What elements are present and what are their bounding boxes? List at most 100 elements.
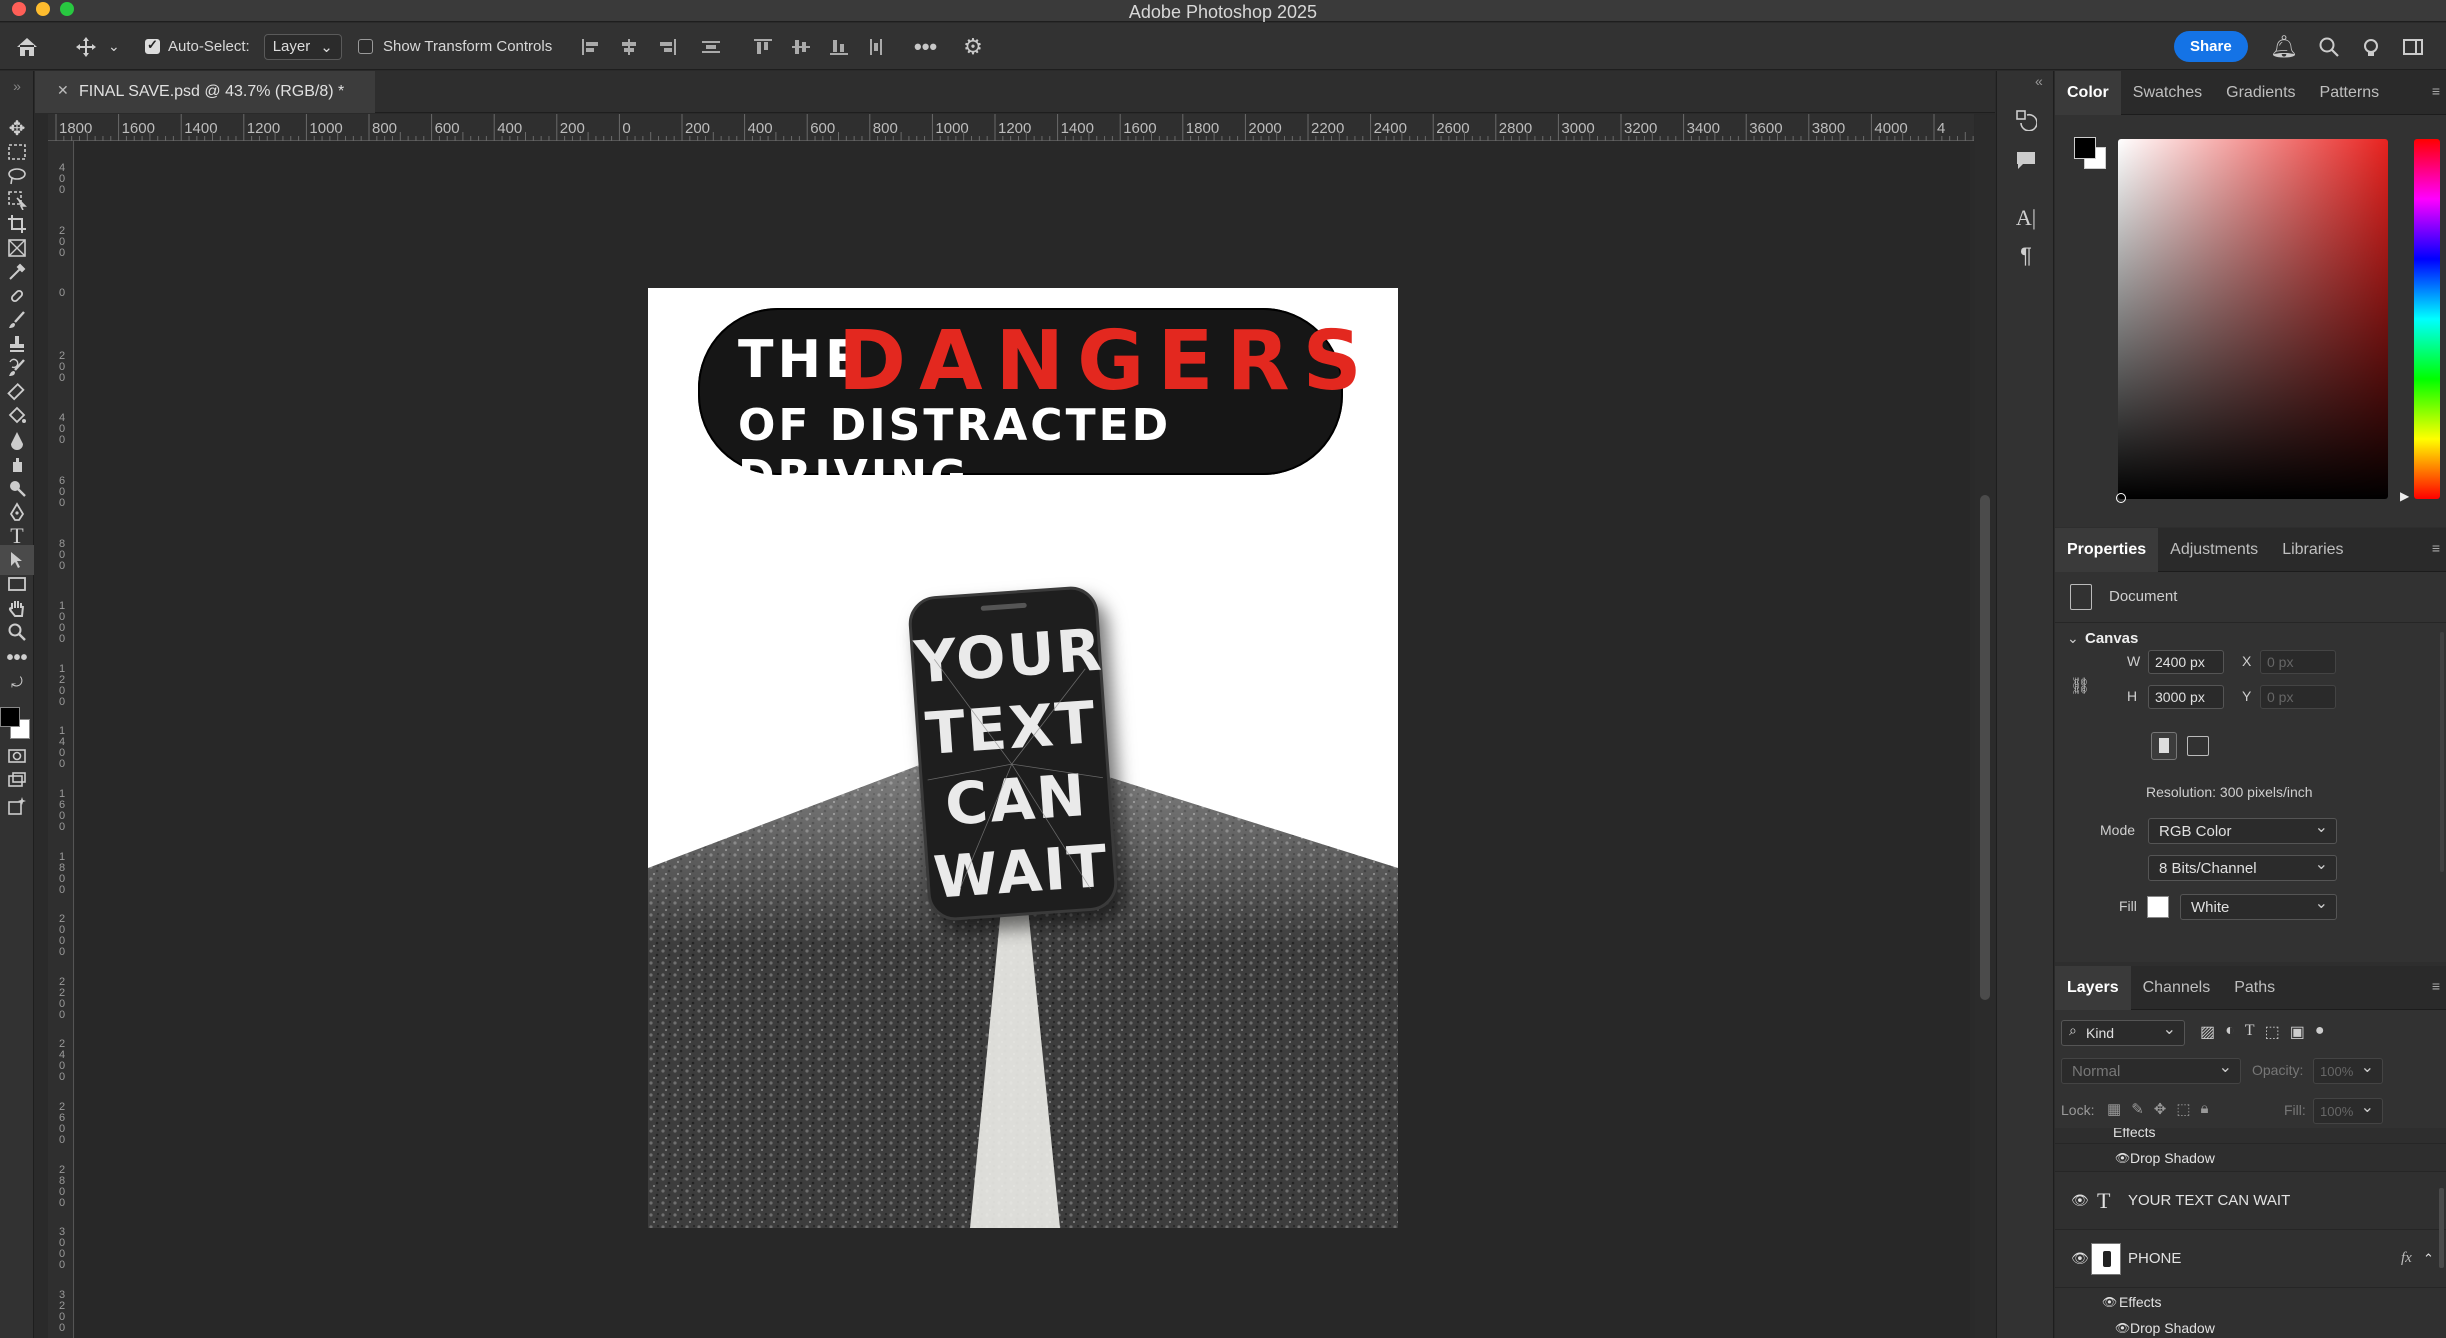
share-button[interactable]: Share xyxy=(2174,31,2248,62)
adjustment-layer-filter-icon[interactable]: ◐ xyxy=(2225,1022,2235,1042)
canvas-section-chevron-icon[interactable]: ⌄ xyxy=(2067,630,2079,647)
ruler-label: 1800 xyxy=(58,850,66,896)
width-field[interactable]: 2400 px xyxy=(2148,650,2224,674)
more-options-icon[interactable]: ••• xyxy=(914,34,937,60)
document-tab[interactable]: ✕ FINAL SAVE.psd @ 43.7% (RGB/8) * xyxy=(35,71,375,113)
link-dimensions-icon[interactable]: ⛓︎ xyxy=(2070,676,2090,696)
lock-artboard-icon[interactable]: ⬚ xyxy=(2176,1100,2190,1118)
layer-row-text[interactable]: 👁︎ T YOUR TEXT CAN WAIT xyxy=(2055,1172,2446,1230)
filter-toggle-icon[interactable]: ● xyxy=(2315,1022,2325,1042)
tab-channels[interactable]: Channels xyxy=(2131,966,2223,1010)
x-field[interactable]: 0 px xyxy=(2260,650,2336,674)
panel-menu-icon[interactable]: ≡ xyxy=(2432,540,2440,556)
tab-swatches[interactable]: Swatches xyxy=(2121,71,2214,115)
distribute-horizontal-icon[interactable] xyxy=(700,37,722,57)
pixel-layer-filter-icon[interactable]: ▨ xyxy=(2200,1022,2215,1042)
eye-icon[interactable]: 👁︎ xyxy=(2071,1192,2089,1209)
search-icon[interactable] xyxy=(2318,36,2340,58)
layer-effects-row[interactable]: 👁︎ Effects xyxy=(2055,1288,2446,1316)
portrait-orientation-button[interactable] xyxy=(2151,732,2177,760)
paragraph-panel-icon[interactable]: ¶ xyxy=(2011,241,2041,271)
opacity-field[interactable]: 100% xyxy=(2313,1057,2383,1084)
opacity-label: Opacity: xyxy=(2252,1062,2304,1078)
tab-paths[interactable]: Paths xyxy=(2222,966,2287,1010)
layers-scrollbar[interactable] xyxy=(2439,1188,2444,1268)
chevron-up-icon[interactable]: ⌃ xyxy=(2423,1251,2434,1267)
properties-scrollbar[interactable] xyxy=(2440,632,2444,872)
lock-all-icon[interactable]: 🔒︎ xyxy=(2201,1100,2209,1118)
collapsed-panels-strip: « A| ¶ xyxy=(1996,71,2054,1338)
align-right-icon[interactable] xyxy=(656,37,678,57)
auto-select-dropdown[interactable]: Layer ⌄ xyxy=(263,33,342,60)
collapse-toolbar-icon[interactable]: » xyxy=(0,71,34,101)
ruler-label: 2800 xyxy=(58,1163,66,1209)
collapse-panels-icon[interactable]: « xyxy=(2035,73,2043,89)
swap-colors-icon[interactable]: ⤾ xyxy=(0,667,34,697)
layer-fx-icon[interactable]: fx xyxy=(2401,1250,2412,1267)
mode-dropdown[interactable]: RGB Color xyxy=(2148,817,2337,844)
layer-kind-filter[interactable]: Kind xyxy=(2061,1019,2185,1046)
layer-effect-row[interactable]: 👁︎ Drop Shadow xyxy=(2055,1144,2446,1172)
chevron-down-icon[interactable]: ⌄ xyxy=(108,38,120,55)
eye-icon[interactable]: 👁︎ xyxy=(2102,1295,2117,1309)
generative-icon[interactable] xyxy=(0,791,34,821)
tab-patterns[interactable]: Patterns xyxy=(2308,71,2392,115)
align-center-icon[interactable] xyxy=(618,37,640,57)
character-panel-icon[interactable]: A| xyxy=(2011,203,2041,233)
comments-panel-icon[interactable] xyxy=(2011,145,2041,175)
type-layer-filter-icon[interactable]: T xyxy=(2245,1022,2255,1042)
panel-menu-icon[interactable]: ≡ xyxy=(2432,978,2440,994)
layers-list[interactable]: Effects 👁︎ Drop Shadow 👁︎ T YOUR TEXT CA… xyxy=(2055,1128,2446,1338)
scrollbar-thumb[interactable] xyxy=(1980,495,1990,1000)
discover-lightbulb-icon[interactable] xyxy=(2360,36,2382,58)
hue-slider[interactable] xyxy=(2414,139,2440,499)
canvas-vertical-scrollbar[interactable] xyxy=(1975,115,1995,1338)
align-top-icon[interactable] xyxy=(752,37,774,57)
color-picker-cursor[interactable] xyxy=(2116,493,2126,503)
landscape-orientation-button[interactable] xyxy=(2187,736,2209,756)
tab-adjustments[interactable]: Adjustments xyxy=(2158,528,2270,572)
align-middle-icon[interactable] xyxy=(790,37,812,57)
y-field[interactable]: 0 px xyxy=(2260,685,2336,709)
height-field[interactable]: 3000 px xyxy=(2148,685,2224,709)
tab-color[interactable]: Color xyxy=(2055,70,2121,115)
hue-slider-handle[interactable]: ▶ xyxy=(2400,489,2409,503)
lock-image-pixels-icon[interactable]: ✎ xyxy=(2131,1100,2144,1118)
align-left-icon[interactable] xyxy=(580,37,602,57)
auto-select-checkbox[interactable] xyxy=(145,37,160,54)
bit-depth-dropdown[interactable]: 8 Bits/Channel xyxy=(2148,854,2337,881)
close-tab-icon[interactable]: ✕ xyxy=(57,82,69,99)
layer-row-phone[interactable]: 👁︎ PHONE fx ⌃ xyxy=(2055,1230,2446,1288)
fill-color-swatch[interactable] xyxy=(2147,896,2169,918)
blend-mode-dropdown[interactable]: Normal xyxy=(2061,1057,2241,1084)
eye-icon[interactable]: 👁︎ xyxy=(2115,1321,2130,1335)
show-transform-checkbox[interactable] xyxy=(358,39,373,54)
bell-icon[interactable]: 🔔︎ xyxy=(2270,34,2298,60)
layer-effects-row[interactable]: Effects xyxy=(2055,1128,2446,1144)
color-saturation-brightness-field[interactable] xyxy=(2118,139,2388,499)
layer-fill-field[interactable]: 100% xyxy=(2313,1097,2383,1124)
move-tool-preset-icon[interactable]: ⌄ xyxy=(74,23,120,70)
workspace-icon[interactable] xyxy=(2402,37,2424,57)
shape-layer-filter-icon[interactable]: ⬚ xyxy=(2265,1022,2280,1042)
gear-icon[interactable]: ⚙ xyxy=(963,34,983,60)
history-panel-icon[interactable] xyxy=(2011,105,2041,135)
fill-dropdown[interactable]: White xyxy=(2180,893,2337,920)
tab-layers[interactable]: Layers xyxy=(2055,965,2131,1010)
align-bottom-icon[interactable] xyxy=(828,37,850,57)
ruler-label: 600 xyxy=(810,120,835,137)
ruler-label: 2000 xyxy=(58,913,66,959)
tab-gradients[interactable]: Gradients xyxy=(2214,71,2307,115)
lock-position-icon[interactable]: ✥ xyxy=(2154,1100,2167,1118)
tab-libraries[interactable]: Libraries xyxy=(2270,528,2355,572)
eye-icon[interactable]: 👁︎ xyxy=(2115,1151,2130,1165)
lock-transparent-pixels-icon[interactable]: ▦ xyxy=(2107,1100,2121,1118)
tab-properties[interactable]: Properties xyxy=(2055,527,2159,572)
distribute-vertical-icon[interactable] xyxy=(866,37,888,57)
panel-menu-icon[interactable]: ≡ xyxy=(2432,83,2440,99)
smart-object-filter-icon[interactable]: ▣ xyxy=(2290,1022,2305,1042)
layer-effect-row[interactable]: 👁︎ Drop Shadow xyxy=(2055,1314,2446,1338)
eye-icon[interactable]: 👁︎ xyxy=(2071,1250,2089,1267)
home-icon[interactable] xyxy=(14,23,40,70)
document-canvas[interactable]: THE DANGERS OF DISTRACTED DRIVING YOUR T… xyxy=(648,288,1398,1228)
